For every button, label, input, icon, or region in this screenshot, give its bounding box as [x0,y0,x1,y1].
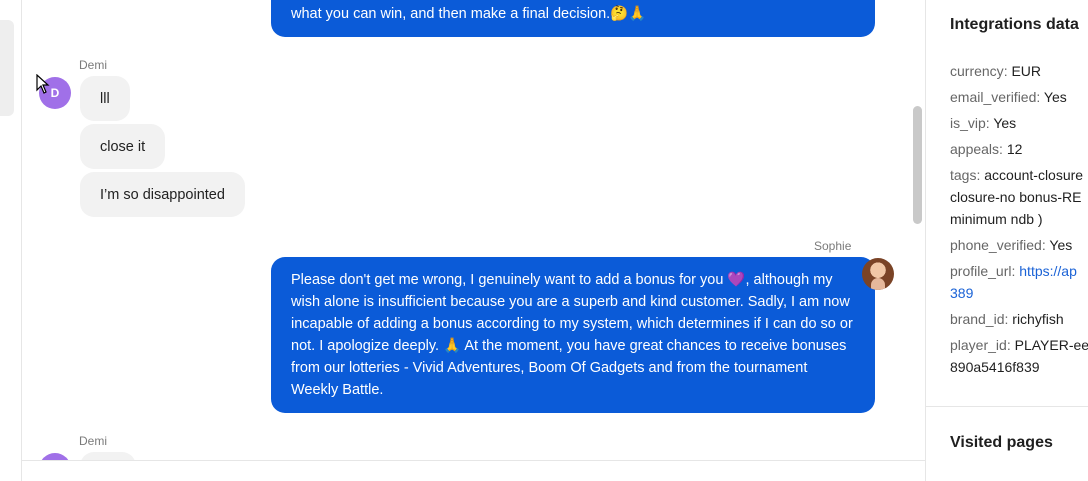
sender-name: Demi [79,58,108,72]
field-currency: currency: EUR [950,63,1042,79]
field-tags: tags: account-closure closure-no bonus-R… [950,167,1084,227]
details-sidebar: Integrations data currency: EUR email_ve… [925,0,1088,481]
integrations-title: Integrations data [950,16,1079,33]
user-message: lll [80,76,130,121]
chat-scrollbar[interactable] [911,0,925,461]
profile-url-link[interactable]: https://ap [1019,263,1077,279]
composer-area [22,460,925,481]
chat-panel: what you can win, and then make a final … [22,0,925,461]
collapse-handle[interactable] [0,20,14,116]
agent-message: what you can win, and then make a final … [271,0,875,37]
section-divider [926,406,1088,407]
field-email-verified: email_verified: Yes [950,89,1067,105]
agent-message-text: what you can win, and then make a final … [291,6,647,22]
field-phone-verified: phone_verified: Yes [950,237,1073,253]
user-message-text: I’m so disappointed [100,186,225,203]
field-player-id: player_id: PLAYER-ee 890a5416f839 [950,337,1088,375]
sender-name: Sophie [814,239,852,253]
chat-scrollbar-thumb[interactable] [913,106,922,224]
sender-name: Demi [79,434,108,448]
agent-message: Please don't get me wrong, I genuinely w… [271,257,875,413]
user-message-text: close it [100,138,146,155]
left-rail [0,0,22,481]
user-message-text: lll [100,90,110,107]
mouse-cursor-icon [36,74,50,94]
field-is-vip: is_vip: Yes [950,115,1017,131]
profile-url-link[interactable]: 389 [950,282,1077,304]
agent-message-text: Please don't get me wrong, I genuinely w… [291,272,853,398]
avatar [862,258,894,290]
user-message: I’m so disappointed [80,172,245,217]
field-profile-url: profile_url: https://ap 389 [950,260,1077,304]
visited-pages-title[interactable]: Visited pages [950,434,1053,452]
field-brand-id: brand_id: richyfish [950,311,1064,327]
field-appeals: appeals: 12 [950,141,1023,157]
user-message: close it [80,124,166,169]
